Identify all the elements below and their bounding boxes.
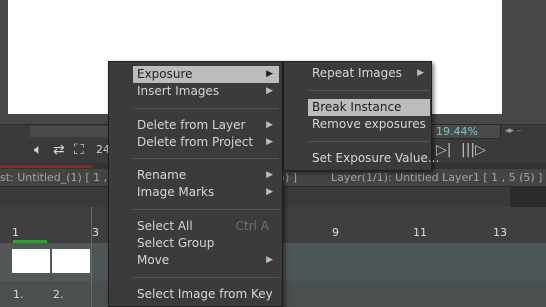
frame-cell-label: 2. <box>53 288 64 301</box>
menu-item-repeat-images[interactable]: Repeat Images ▶ <box>308 65 430 82</box>
tick-label: 3 <box>92 226 99 239</box>
menu-item-label: Remove exposures <box>312 117 426 131</box>
menu-separator <box>133 108 279 109</box>
tick-label: 11 <box>413 226 427 239</box>
menu-item-rename[interactable]: Rename ▶ <box>133 167 279 184</box>
tick-label: 13 <box>493 226 507 239</box>
playhead[interactable] <box>91 207 92 307</box>
frame-cell-label: 1. <box>13 288 24 301</box>
chevron-right-icon: ▶ <box>266 170 273 180</box>
chevron-right-icon: ▶ <box>266 255 273 265</box>
menu-item-label: Break Instance <box>312 100 402 114</box>
scroll-corner <box>510 187 546 207</box>
exposure-submenu: Repeat Images ▶ Break Instance Remove ex… <box>283 61 439 171</box>
menu-item-insert-images[interactable]: Insert Images ▶ <box>133 83 279 100</box>
menu-item-label: Select Group <box>137 236 215 250</box>
menu-item-select-all[interactable]: Select All Ctrl A <box>133 218 279 235</box>
menu-separator <box>133 209 279 210</box>
range-segment-red <box>0 165 92 168</box>
frame-cell[interactable] <box>52 249 90 273</box>
chevron-right-icon: ▶ <box>266 120 273 130</box>
skip-forward-icon[interactable]: |||▷ <box>461 142 486 158</box>
menu-item-label: Rename <box>137 168 187 182</box>
tick-label: 1 <box>12 226 19 239</box>
zoom-field[interactable]: 19.44% <box>431 124 501 139</box>
speaker-icon[interactable]: 🔈︎ <box>34 142 42 158</box>
chevron-right-icon: ▶ <box>417 68 424 78</box>
menu-item-label: Set Exposure Value... <box>312 151 440 165</box>
menu-item-set-exposure-value[interactable]: Set Exposure Value... <box>308 150 439 167</box>
layer-label: Layer(1/1): Untitled Layer1 [ 1 , 5 (5) … <box>331 171 543 184</box>
context-menu: Exposure ▶ Insert Images ▶ Delete from L… <box>108 61 283 307</box>
menu-separator <box>308 141 430 142</box>
menu-item-delete-from-layer[interactable]: Delete from Layer ▶ <box>133 117 279 134</box>
loop-icon[interactable]: ⇄ <box>53 142 65 158</box>
menu-item-label: Repeat Images <box>312 66 402 80</box>
tick-label: 9 <box>332 226 339 239</box>
chevron-right-icon: ▶ <box>266 137 273 147</box>
menu-item-move[interactable]: Move ▶ <box>133 252 279 269</box>
chevron-right-icon: ▶ <box>266 69 273 79</box>
menu-item-label: Delete from Project <box>137 135 254 149</box>
menu-item-label: Insert Images <box>137 84 220 98</box>
menu-separator <box>133 277 279 278</box>
zoom-stepper-icon[interactable]: ◂▸ – <box>505 124 521 138</box>
menu-item-label: Delete from Layer <box>137 118 246 132</box>
menu-item-select-group[interactable]: Select Group <box>133 235 279 252</box>
menu-separator <box>308 90 430 91</box>
menu-item-image-marks[interactable]: Image Marks ▶ <box>133 184 279 201</box>
menu-item-select-image-from-key[interactable]: Select Image from Key <box>133 286 279 303</box>
menu-item-delete-from-project[interactable]: Delete from Project ▶ <box>133 134 279 151</box>
menu-shortcut: Ctrl A <box>235 219 269 233</box>
menu-separator <box>133 158 279 159</box>
project-layer-label: st: Untitled_(1) [ 1 , 5 <box>0 171 118 184</box>
menu-item-label: Select All <box>137 219 193 233</box>
chevron-right-icon: ▶ <box>266 187 273 197</box>
chevron-right-icon: ▶ <box>266 86 273 96</box>
menu-item-remove-exposures[interactable]: Remove exposures <box>308 116 430 133</box>
menu-item-exposure[interactable]: Exposure ▶ <box>133 66 279 83</box>
menu-item-break-instance[interactable]: Break Instance <box>308 99 430 116</box>
menu-item-label: Exposure <box>137 67 193 81</box>
menu-item-label: Select Image from Key <box>137 287 273 301</box>
menu-item-label: Move <box>137 253 170 267</box>
frame-cell[interactable] <box>12 249 50 273</box>
menu-item-label: Image Marks <box>137 185 215 199</box>
fullscreen-icon[interactable]: ⛶ <box>74 142 84 158</box>
